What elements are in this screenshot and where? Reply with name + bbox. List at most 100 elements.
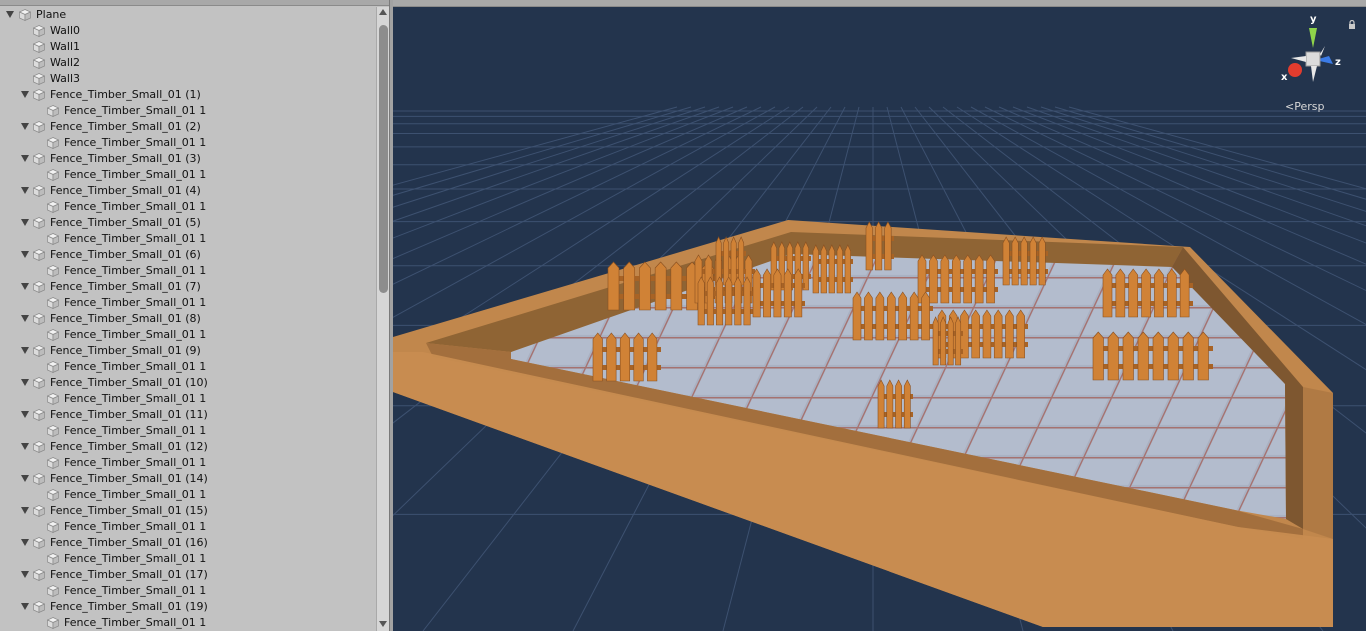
gizmo-center-cube-icon[interactable] — [1305, 51, 1321, 67]
cube-icon — [33, 281, 45, 293]
triangle-down-icon[interactable] — [21, 123, 29, 130]
gizmo-axis-left-icon[interactable] — [1291, 56, 1306, 62]
hierarchy-row-label: Fence_Timber_Small_01 1 — [64, 168, 207, 181]
hierarchy-row-label: Fence_Timber_Small_01 1 — [64, 360, 207, 373]
hierarchy-row[interactable]: Fence_Timber_Small_01 (4) — [0, 183, 376, 199]
hierarchy-row[interactable]: Fence_Timber_Small_01 (2) — [0, 119, 376, 135]
hierarchy-row[interactable]: Fence_Timber_Small_01 (12) — [0, 439, 376, 455]
hierarchy-row-label: Fence_Timber_Small_01 (3) — [50, 152, 201, 165]
triangle-down-icon[interactable] — [21, 219, 29, 226]
hierarchy-row[interactable]: Wall2 — [0, 55, 376, 71]
cube-icon — [33, 441, 45, 453]
gizmo-axis-back-icon[interactable] — [1320, 46, 1325, 56]
gizmo-axis-down-icon[interactable] — [1311, 66, 1317, 82]
hierarchy-row[interactable]: Fence_Timber_Small_01 1 — [0, 327, 376, 343]
cube-icon — [33, 73, 45, 85]
hierarchy-row[interactable]: Fence_Timber_Small_01 1 — [0, 199, 376, 215]
hierarchy-row[interactable]: Fence_Timber_Small_01 (1) — [0, 87, 376, 103]
hierarchy-row[interactable]: Fence_Timber_Small_01 (8) — [0, 311, 376, 327]
hierarchy-row[interactable]: Fence_Timber_Small_01 (3) — [0, 151, 376, 167]
hierarchy-row[interactable]: Fence_Timber_Small_01 (17) — [0, 567, 376, 583]
hierarchy-row-label: Fence_Timber_Small_01 (2) — [50, 120, 201, 133]
hierarchy-row[interactable]: Fence_Timber_Small_01 (15) — [0, 503, 376, 519]
hierarchy-row-label: Fence_Timber_Small_01 (7) — [50, 280, 201, 293]
cube-icon — [33, 345, 45, 357]
scene-gizmo[interactable]: y z x — [1273, 10, 1357, 90]
gizmo-axis-x-icon[interactable] — [1288, 63, 1302, 77]
cube-icon — [33, 153, 45, 165]
hierarchy-row[interactable]: Fence_Timber_Small_01 1 — [0, 551, 376, 567]
hierarchy-row[interactable]: Fence_Timber_Small_01 1 — [0, 487, 376, 503]
triangle-down-icon[interactable] — [21, 379, 29, 386]
hierarchy-row[interactable]: Fence_Timber_Small_01 1 — [0, 135, 376, 151]
triangle-down-icon[interactable] — [21, 91, 29, 98]
hierarchy-row[interactable]: Wall1 — [0, 39, 376, 55]
hierarchy-row[interactable]: Wall3 — [0, 71, 376, 87]
hierarchy-row-label: Fence_Timber_Small_01 1 — [64, 456, 207, 469]
cube-icon — [33, 505, 45, 517]
hierarchy-row[interactable]: Fence_Timber_Small_01 1 — [0, 103, 376, 119]
hierarchy-row-label: Fence_Timber_Small_01 1 — [64, 200, 207, 213]
hierarchy-row[interactable]: Fence_Timber_Small_01 (11) — [0, 407, 376, 423]
triangle-down-icon[interactable] — [21, 507, 29, 514]
hierarchy-row-label: Wall3 — [50, 72, 81, 85]
hierarchy-row[interactable]: Plane — [0, 7, 376, 23]
triangle-down-icon[interactable] — [21, 603, 29, 610]
triangle-down-icon[interactable] — [6, 11, 14, 18]
gizmo-axis-y-icon[interactable] — [1309, 28, 1317, 48]
hierarchy-row[interactable]: Fence_Timber_Small_01 1 — [0, 295, 376, 311]
triangle-down-icon[interactable] — [21, 443, 29, 450]
fence-piece — [877, 379, 913, 429]
cube-icon — [47, 553, 59, 565]
hierarchy-row[interactable]: Fence_Timber_Small_01 1 — [0, 263, 376, 279]
hierarchy-row[interactable]: Fence_Timber_Small_01 (7) — [0, 279, 376, 295]
scroll-up-arrow-icon[interactable] — [379, 9, 387, 15]
hierarchy-row[interactable]: Fence_Timber_Small_01 1 — [0, 231, 376, 247]
scrollbar-thumb[interactable] — [379, 25, 388, 293]
scene-toolbar — [393, 0, 1366, 7]
cube-icon — [33, 249, 45, 261]
hierarchy-row[interactable]: Fence_Timber_Small_01 (16) — [0, 535, 376, 551]
hierarchy-row[interactable]: Fence_Timber_Small_01 1 — [0, 519, 376, 535]
hierarchy-row[interactable]: Fence_Timber_Small_01 (19) — [0, 599, 376, 615]
lock-icon[interactable] — [1348, 20, 1356, 30]
fence-piece — [715, 236, 746, 286]
triangle-down-icon[interactable] — [21, 155, 29, 162]
triangle-down-icon[interactable] — [21, 347, 29, 354]
hierarchy-row-label: Fence_Timber_Small_01 (8) — [50, 312, 201, 325]
hierarchy-row[interactable]: Fence_Timber_Small_01 1 — [0, 391, 376, 407]
cube-icon — [33, 217, 45, 229]
triangle-down-icon[interactable] — [21, 187, 29, 194]
hierarchy-row[interactable]: Fence_Timber_Small_01 (14) — [0, 471, 376, 487]
hierarchy-row[interactable]: Fence_Timber_Small_01 1 — [0, 359, 376, 375]
scene-viewport[interactable] — [393, 7, 1366, 631]
triangle-down-icon[interactable] — [21, 251, 29, 258]
hierarchy-row-label: Wall1 — [50, 40, 81, 53]
hierarchy-row[interactable]: Fence_Timber_Small_01 1 — [0, 423, 376, 439]
projection-toggle[interactable]: <Persp — [1285, 100, 1324, 113]
hierarchy-row[interactable]: Fence_Timber_Small_01 1 — [0, 583, 376, 599]
hierarchy-row[interactable]: Fence_Timber_Small_01 (6) — [0, 247, 376, 263]
triangle-down-icon[interactable] — [21, 283, 29, 290]
scroll-down-arrow-icon[interactable] — [379, 621, 387, 627]
hierarchy-row-label: Fence_Timber_Small_01 (19) — [50, 600, 208, 613]
triangle-down-icon[interactable] — [21, 539, 29, 546]
hierarchy-row-label: Fence_Timber_Small_01 1 — [64, 136, 207, 149]
projection-label: Persp — [1294, 100, 1325, 113]
triangle-down-icon[interactable] — [21, 315, 29, 322]
hierarchy-scrollbar[interactable] — [376, 7, 389, 631]
hierarchy-row[interactable]: Fence_Timber_Small_01 1 — [0, 167, 376, 183]
triangle-down-icon[interactable] — [21, 411, 29, 418]
hierarchy-row[interactable]: Fence_Timber_Small_01 1 — [0, 455, 376, 471]
triangle-down-icon[interactable] — [21, 571, 29, 578]
cube-icon — [33, 377, 45, 389]
hierarchy-row[interactable]: Fence_Timber_Small_01 (10) — [0, 375, 376, 391]
cube-icon — [19, 9, 31, 21]
triangle-down-icon[interactable] — [21, 475, 29, 482]
hierarchy-row[interactable]: Fence_Timber_Small_01 1 — [0, 615, 376, 631]
hierarchy-row[interactable]: Wall0 — [0, 23, 376, 39]
scene-view[interactable]: y z x <Persp — [393, 0, 1366, 631]
hierarchy-row-label: Fence_Timber_Small_01 1 — [64, 232, 207, 245]
hierarchy-row[interactable]: Fence_Timber_Small_01 (9) — [0, 343, 376, 359]
hierarchy-row[interactable]: Fence_Timber_Small_01 (5) — [0, 215, 376, 231]
